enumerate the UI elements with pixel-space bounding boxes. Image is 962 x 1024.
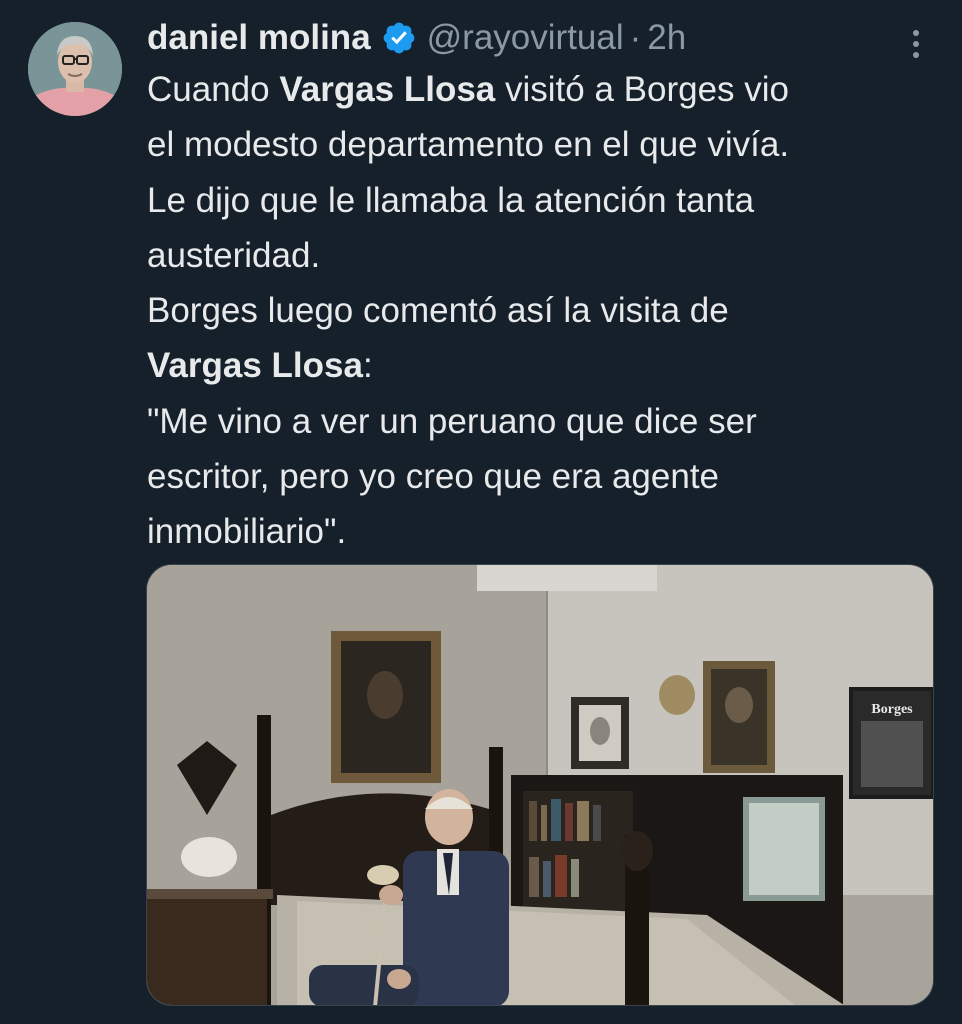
- tweet-text-line: austeridad.: [147, 235, 321, 275]
- tweet-text-line: Borges luego comentó así la visita de: [147, 291, 729, 331]
- tweet-photo[interactable]: Borges: [146, 564, 934, 1006]
- text-bold-segment: Vargas Llosa: [147, 346, 363, 386]
- author-handle[interactable]: @rayovirtual: [427, 14, 624, 62]
- tweet[interactable]: daniel molina @rayovirtual · 2h Cuando V…: [0, 0, 962, 1024]
- tweet-text-line: Cuando Vargas Llosa visitó a Borges vio: [147, 62, 937, 117]
- more-options-icon[interactable]: [906, 24, 926, 64]
- text-bold-segment: Vargas Llosa: [279, 70, 496, 109]
- text-segment: visitó a Borges vio: [495, 70, 790, 109]
- verified-badge-icon: [381, 20, 417, 56]
- separator-dot: ·: [629, 18, 642, 57]
- text-segment: :: [362, 346, 373, 386]
- poster-title: Borges: [871, 702, 913, 717]
- tweet-text-line: el modesto departamento en el que vivía.: [147, 125, 790, 165]
- author-display-name[interactable]: daniel molina: [147, 14, 371, 62]
- avatar[interactable]: [28, 22, 122, 116]
- text-segment: Cuando: [147, 70, 280, 109]
- timestamp[interactable]: 2h: [647, 14, 686, 62]
- tweet-text-line: Le dijo que le llamaba la atención tanta: [147, 180, 755, 220]
- tweet-text: Cuando Vargas Llosa visitó a Borges vio …: [147, 62, 937, 560]
- tweet-text-line: "Me vino a ver un peruano que dice ser: [147, 401, 757, 441]
- tweet-text-line: Vargas Llosa:: [147, 338, 937, 393]
- tweet-text-line: escritor, pero yo creo que era agente: [147, 457, 720, 497]
- tweet-header: daniel molina @rayovirtual · 2h: [147, 14, 686, 62]
- tweet-text-line: inmobiliario".: [147, 512, 347, 552]
